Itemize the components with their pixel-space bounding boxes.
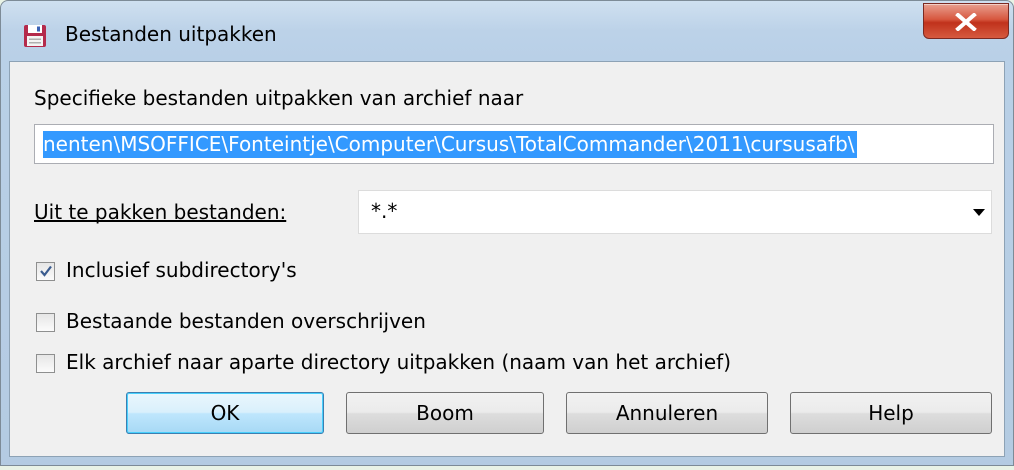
files-to-extract-value: *.* (371, 199, 398, 223)
target-path-text: nenten\MSOFFICE\Fonteintje\Computer\Curs… (43, 132, 855, 156)
include-subdirectories-label: Inclusief subdirectory's (66, 258, 297, 282)
separate-directory-label: Elk archief naar aparte directory uitpak… (66, 350, 731, 374)
target-path-selection: nenten\MSOFFICE\Fonteintje\Computer\Curs… (43, 131, 857, 158)
chevron-down-icon[interactable] (973, 209, 985, 217)
checkmark-icon (40, 265, 52, 277)
floppy-disk-icon (24, 25, 46, 47)
target-path-label: Specifieke bestanden uitpakken van archi… (34, 86, 524, 110)
title-bar[interactable]: Bestanden uitpakken (1, 1, 1013, 61)
files-to-extract-combobox[interactable]: *.* (358, 190, 992, 234)
files-to-extract-label-text: Uit te pakken bestanden: (34, 200, 287, 224)
close-icon (955, 13, 977, 31)
help-button[interactable]: Help (790, 392, 992, 434)
overwrite-existing-checkbox[interactable] (36, 313, 55, 332)
target-path-input[interactable]: nenten\MSOFFICE\Fonteintje\Computer\Curs… (34, 124, 994, 164)
overwrite-existing-label: Bestaande bestanden overschrijven (66, 309, 426, 333)
dialog-body: Specifieke bestanden uitpakken van archi… (9, 61, 1005, 457)
cancel-button[interactable]: Annuleren (566, 392, 768, 434)
tree-button[interactable]: Boom (346, 392, 544, 434)
files-to-extract-label: Uit te pakken bestanden: (34, 200, 286, 224)
separate-directory-checkbox[interactable] (36, 354, 55, 373)
ok-button[interactable]: OK (126, 392, 324, 434)
include-subdirectories-checkbox[interactable] (36, 262, 55, 281)
extract-dialog-window: Bestanden uitpakken Specifieke bestanden… (0, 0, 1014, 466)
close-button[interactable] (923, 3, 1009, 39)
window-title: Bestanden uitpakken (65, 22, 277, 46)
